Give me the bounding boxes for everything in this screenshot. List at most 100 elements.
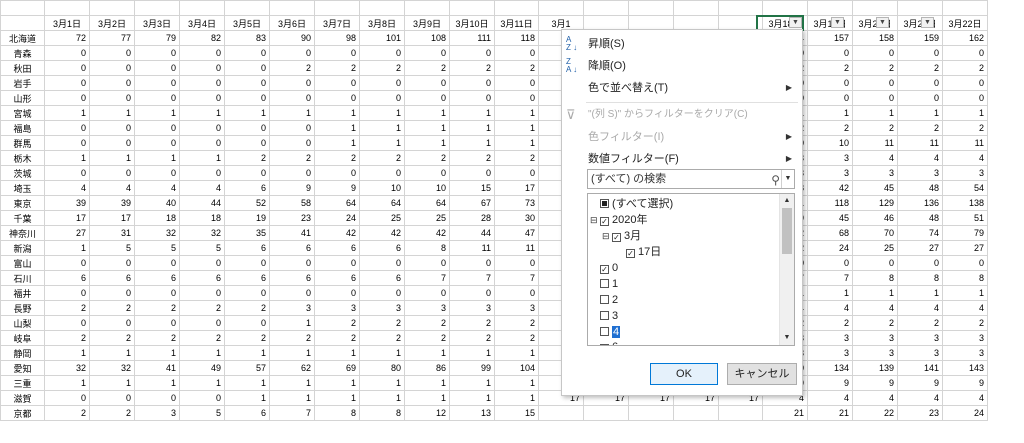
value-cell[interactable]: 10 (807, 135, 853, 151)
value-cell[interactable]: 1 (942, 285, 988, 301)
value-cell[interactable]: 138 (942, 195, 988, 211)
collapse-icon[interactable]: ⊟ (590, 212, 599, 228)
cell[interactable] (673, 405, 719, 421)
value-cell[interactable]: 2 (449, 60, 495, 76)
value-cell[interactable]: 1 (314, 105, 360, 121)
value-cell[interactable]: 62 (269, 360, 315, 376)
value-cell[interactable]: 6 (179, 270, 225, 286)
value-cell[interactable]: 0 (852, 90, 898, 106)
value-cell[interactable]: 1 (359, 120, 405, 136)
value-cell[interactable]: 101 (359, 30, 405, 46)
value-cell[interactable]: 32 (179, 225, 225, 241)
cell[interactable] (852, 0, 898, 16)
cell[interactable] (942, 0, 988, 16)
value-item[interactable]: ✓ 0 (600, 260, 618, 276)
prefecture-cell[interactable]: 京都 (0, 405, 45, 421)
value-cell[interactable]: 1 (44, 375, 90, 391)
date-header[interactable]: 3月2日 (89, 15, 135, 31)
value-cell[interactable]: 1 (179, 150, 225, 166)
value-cell[interactable]: 8 (942, 270, 988, 286)
value-cell[interactable]: 48 (897, 180, 943, 196)
value-cell[interactable]: 6 (224, 180, 270, 196)
value-cell[interactable]: 2 (89, 330, 135, 346)
prefecture-cell[interactable]: 東京 (0, 195, 45, 211)
value-cell[interactable]: 1 (359, 390, 405, 406)
value-cell[interactable]: 1 (314, 120, 360, 136)
value-cell[interactable]: 48 (897, 210, 943, 226)
value-cell[interactable]: 1 (942, 105, 988, 121)
value-cell[interactable]: 0 (44, 120, 90, 136)
value-cell[interactable]: 0 (179, 390, 225, 406)
value-cell[interactable]: 1 (269, 105, 315, 121)
value-cell[interactable]: 11 (449, 240, 495, 256)
value-cell[interactable]: 4 (89, 180, 135, 196)
value-cell[interactable]: 2 (449, 315, 495, 331)
value-cell[interactable]: 1 (224, 105, 270, 121)
value-cell[interactable]: 1 (494, 375, 539, 391)
sort-descending-item[interactable]: ZA ↓ 降順(O) (562, 55, 800, 77)
value-cell[interactable]: 17 (44, 210, 90, 226)
date-header[interactable]: 3月4日 (179, 15, 225, 31)
value-cell[interactable]: 0 (269, 120, 315, 136)
value-cell[interactable]: 0 (449, 255, 495, 271)
value-cell[interactable]: 17 (89, 210, 135, 226)
value-cell[interactable]: 10 (359, 180, 405, 196)
value-cell[interactable]: 7 (494, 270, 539, 286)
value-cell[interactable]: 0 (89, 255, 135, 271)
value-cell[interactable]: 0 (179, 255, 225, 271)
value-cell[interactable]: 1 (404, 345, 450, 361)
value-cell[interactable]: 2 (897, 60, 943, 76)
value-cell[interactable]: 4 (897, 300, 943, 316)
value-cell[interactable]: 0 (269, 90, 315, 106)
value-cell[interactable]: 2 (942, 120, 988, 136)
value-cell[interactable]: 1 (44, 150, 90, 166)
value-cell[interactable]: 6 (224, 240, 270, 256)
value-cell[interactable]: 12 (404, 405, 450, 421)
spreadsheet-grid[interactable]: 3月1日 3月2日 3月3日 3月4日 3月5日 3月6日 3月7日 3月8日 3月9日 3月10… (0, 0, 988, 421)
value-cell[interactable]: 2 (224, 150, 270, 166)
value-cell[interactable]: 3 (897, 330, 943, 346)
value-cell[interactable]: 8 (852, 270, 898, 286)
value-cell[interactable]: 0 (134, 120, 180, 136)
value-cell[interactable]: 77 (89, 30, 135, 46)
value-list-scrollbar[interactable]: ▲ ▼ (779, 194, 794, 345)
value-cell[interactable]: 0 (134, 60, 180, 76)
value-cell[interactable]: 0 (314, 45, 360, 61)
value-cell[interactable]: 1 (449, 375, 495, 391)
value-cell[interactable]: 0 (44, 75, 90, 91)
value-cell[interactable]: 4 (942, 300, 988, 316)
value-cell[interactable]: 2 (44, 300, 90, 316)
cell[interactable] (718, 0, 763, 16)
value-cell[interactable]: 32 (89, 360, 135, 376)
value-cell[interactable]: 9 (314, 180, 360, 196)
value-cell[interactable]: 49 (179, 360, 225, 376)
value-cell[interactable]: 1 (449, 390, 495, 406)
value-cell[interactable]: 1 (359, 105, 405, 121)
value-cell[interactable]: 0 (404, 165, 450, 181)
value-cell[interactable]: 23 (897, 405, 943, 421)
value-cell[interactable]: 2 (89, 405, 135, 421)
value-cell[interactable]: 1 (807, 105, 853, 121)
value-cell[interactable]: 0 (224, 165, 270, 181)
value-cell[interactable]: 0 (269, 285, 315, 301)
cell[interactable] (762, 0, 808, 16)
prefecture-cell[interactable]: 岐阜 (0, 330, 45, 346)
value-cell[interactable]: 0 (494, 255, 539, 271)
value-cell[interactable]: 73 (494, 195, 539, 211)
value-cell[interactable]: 3 (269, 300, 315, 316)
value-cell[interactable]: 28 (449, 210, 495, 226)
value-cell[interactable]: 2 (807, 120, 853, 136)
value-cell[interactable]: 4 (852, 300, 898, 316)
value-cell[interactable]: 159 (897, 30, 943, 46)
cell[interactable] (359, 0, 405, 16)
value-cell[interactable]: 1 (44, 240, 90, 256)
value-cell[interactable]: 0 (179, 120, 225, 136)
cell[interactable] (269, 0, 315, 16)
value-cell[interactable]: 2 (179, 330, 225, 346)
value-cell[interactable]: 3 (942, 165, 988, 181)
value-cell[interactable]: 118 (494, 30, 539, 46)
value-cell[interactable]: 3 (897, 345, 943, 361)
value-cell[interactable]: 0 (269, 75, 315, 91)
value-cell[interactable]: 4 (897, 150, 943, 166)
value-cell[interactable]: 0 (942, 75, 988, 91)
